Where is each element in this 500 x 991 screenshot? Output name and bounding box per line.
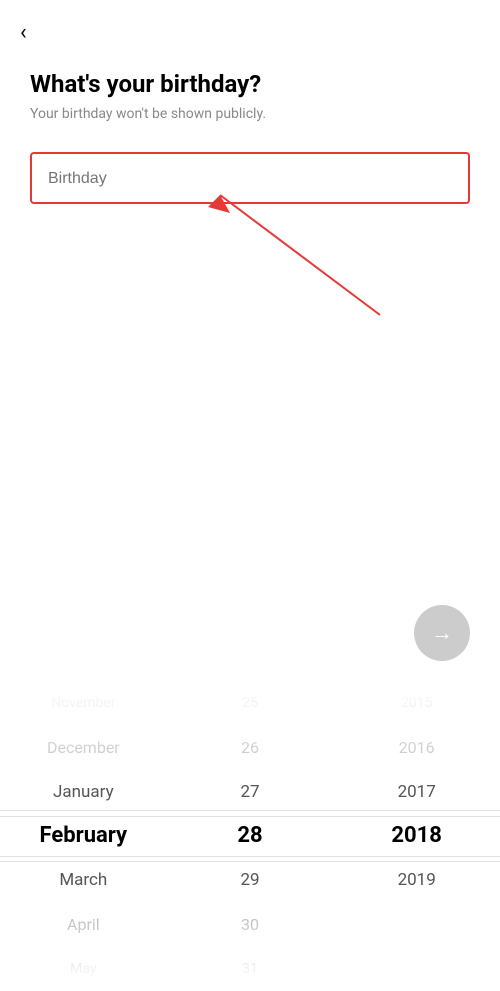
next-arrow-icon: → [431,620,453,646]
day-picker-column[interactable]: 25 26 27 28 29 30 31 [167,681,334,991]
list-item[interactable]: 2018 [333,814,500,858]
list-item[interactable] [333,947,500,991]
year-picker-column[interactable]: 2015 2016 2017 2018 2019 [333,681,500,991]
back-button[interactable]: ‹ [20,20,27,45]
list-item[interactable]: 2015 [333,681,500,725]
list-item[interactable]: 2019 [333,858,500,902]
next-button[interactable]: → [414,605,470,661]
list-item[interactable]: February [0,814,167,858]
list-item[interactable]: November [0,681,167,725]
list-item[interactable]: 25 [167,681,334,725]
list-item[interactable]: May [0,947,167,991]
list-item[interactable]: March [0,858,167,902]
list-item[interactable]: April [0,902,167,946]
list-item[interactable]: 29 [167,858,334,902]
list-item[interactable]: 27 [167,770,334,814]
list-item[interactable]: January [0,770,167,814]
page-title: What's your birthday? [30,70,470,98]
list-item[interactable]: 26 [167,725,334,769]
list-item[interactable]: 30 [167,902,334,946]
main-content: What's your birthday? Your birthday won'… [0,0,500,204]
list-item[interactable]: 28 [167,814,334,858]
back-icon: ‹ [20,20,27,45]
list-item[interactable]: 31 [167,947,334,991]
arrow-annotation [170,175,390,325]
month-picker-column[interactable]: November December January February March… [0,681,167,991]
list-item[interactable] [333,902,500,946]
page-subtitle: Your birthday won't be shown publicly. [30,106,470,122]
list-item[interactable]: 2017 [333,770,500,814]
list-item[interactable]: December [0,725,167,769]
date-picker[interactable]: November December January February March… [0,681,500,991]
list-item[interactable]: 2016 [333,725,500,769]
